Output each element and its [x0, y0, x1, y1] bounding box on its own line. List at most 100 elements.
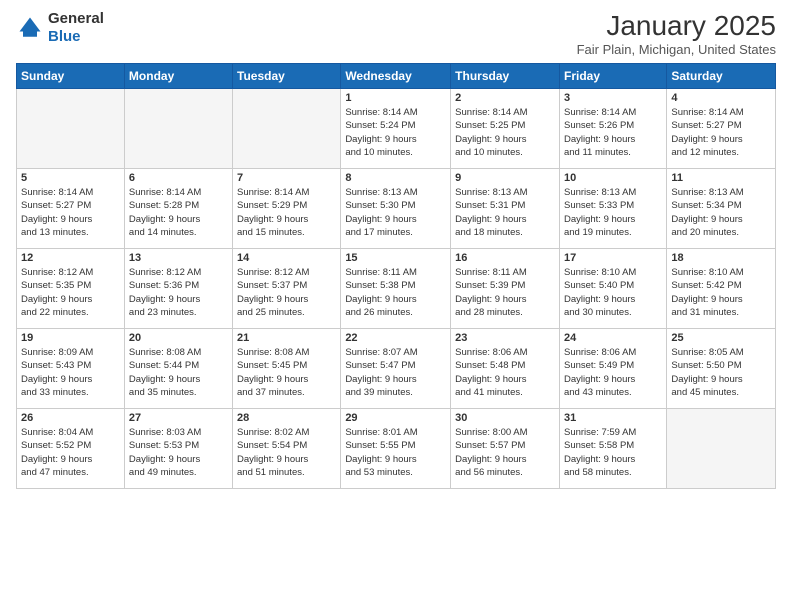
calendar-cell: 15 Sunrise: 8:11 AM Sunset: 5:38 PM Dayli…	[341, 249, 451, 329]
day-number: 3	[564, 92, 662, 104]
day-number: 23	[455, 332, 555, 344]
day-number: 20	[129, 332, 228, 344]
day-info: Sunrise: 8:09 AM Sunset: 5:43 PM Dayligh…	[21, 346, 120, 399]
calendar-cell: 7Sunrise: 8:14 AM Sunset: 5:29 PM Daylig…	[233, 169, 341, 249]
day-number: 22	[345, 332, 446, 344]
calendar-cell: 11 Sunrise: 8:13 AM Sunset: 5:34 PM Dayli…	[667, 169, 776, 249]
day-info: Sunrise: 8:12 AM Sunset: 5:37 PM Dayligh…	[237, 266, 336, 319]
calendar-cell	[233, 89, 341, 169]
col-wednesday: Wednesday	[341, 64, 451, 89]
calendar-cell: 31Sunrise: 7:59 AM Sunset: 5:58 PM Dayli…	[559, 409, 666, 489]
calendar-cell	[667, 409, 776, 489]
day-info: Sunrise: 8:01 AM Sunset: 5:55 PM Dayligh…	[345, 426, 446, 479]
calendar: Sunday Monday Tuesday Wednesday Thursday…	[16, 63, 776, 489]
day-info: Sunrise: 8:12 AM Sunset: 5:35 PM Dayligh…	[21, 266, 120, 319]
calendar-cell: 25 Sunrise: 8:05 AM Sunset: 5:50 PM Dayli…	[667, 329, 776, 409]
day-number: 28	[237, 412, 336, 424]
day-number: 26	[21, 412, 120, 424]
calendar-cell: 28Sunrise: 8:02 AM Sunset: 5:54 PM Dayli…	[233, 409, 341, 489]
calendar-week-3: 12 Sunrise: 8:12 AM Sunset: 5:35 PM Dayli…	[17, 249, 776, 329]
month-title: January 2025	[577, 10, 776, 42]
calendar-cell: 16Sunrise: 8:11 AM Sunset: 5:39 PM Dayli…	[451, 249, 560, 329]
calendar-cell: 27 Sunrise: 8:03 AM Sunset: 5:53 PM Dayli…	[124, 409, 232, 489]
calendar-cell: 3Sunrise: 8:14 AM Sunset: 5:26 PM Daylig…	[559, 89, 666, 169]
day-info: Sunrise: 8:13 AM Sunset: 5:30 PM Dayligh…	[345, 186, 446, 239]
col-monday: Monday	[124, 64, 232, 89]
header-row: Sunday Monday Tuesday Wednesday Thursday…	[17, 64, 776, 89]
calendar-week-2: 5Sunrise: 8:14 AM Sunset: 5:27 PM Daylig…	[17, 169, 776, 249]
calendar-cell	[124, 89, 232, 169]
day-number: 14	[237, 252, 336, 264]
logo-text: General Blue	[48, 10, 104, 46]
calendar-week-4: 19Sunrise: 8:09 AM Sunset: 5:43 PM Dayli…	[17, 329, 776, 409]
day-info: Sunrise: 8:12 AM Sunset: 5:36 PM Dayligh…	[129, 266, 228, 319]
day-info: Sunrise: 8:08 AM Sunset: 5:45 PM Dayligh…	[237, 346, 336, 399]
day-number: 1	[345, 92, 446, 104]
day-number: 25	[671, 332, 771, 344]
day-number: 30	[455, 412, 555, 424]
calendar-cell: 22 Sunrise: 8:07 AM Sunset: 5:47 PM Dayli…	[341, 329, 451, 409]
day-info: Sunrise: 8:14 AM Sunset: 5:27 PM Dayligh…	[671, 106, 771, 159]
col-sunday: Sunday	[17, 64, 125, 89]
calendar-cell: 30 Sunrise: 8:00 AM Sunset: 5:57 PM Dayli…	[451, 409, 560, 489]
day-number: 6	[129, 172, 228, 184]
day-info: Sunrise: 8:13 AM Sunset: 5:34 PM Dayligh…	[671, 186, 771, 239]
col-friday: Friday	[559, 64, 666, 89]
day-number: 29	[345, 412, 446, 424]
calendar-cell: 17 Sunrise: 8:10 AM Sunset: 5:40 PM Dayli…	[559, 249, 666, 329]
logo-icon	[16, 14, 44, 42]
day-number: 9	[455, 172, 555, 184]
col-saturday: Saturday	[667, 64, 776, 89]
day-info: Sunrise: 8:07 AM Sunset: 5:47 PM Dayligh…	[345, 346, 446, 399]
day-number: 21	[237, 332, 336, 344]
calendar-cell: 8 Sunrise: 8:13 AM Sunset: 5:30 PM Daylig…	[341, 169, 451, 249]
page: General Blue January 2025 Fair Plain, Mi…	[0, 0, 792, 612]
day-number: 4	[671, 92, 771, 104]
calendar-cell: 13 Sunrise: 8:12 AM Sunset: 5:36 PM Dayli…	[124, 249, 232, 329]
calendar-cell: 1 Sunrise: 8:14 AM Sunset: 5:24 PM Daylig…	[341, 89, 451, 169]
calendar-cell: 9 Sunrise: 8:13 AM Sunset: 5:31 PM Daylig…	[451, 169, 560, 249]
day-info: Sunrise: 7:59 AM Sunset: 5:58 PM Dayligh…	[564, 426, 662, 479]
calendar-cell: 4 Sunrise: 8:14 AM Sunset: 5:27 PM Daylig…	[667, 89, 776, 169]
day-info: Sunrise: 8:11 AM Sunset: 5:38 PM Dayligh…	[345, 266, 446, 319]
day-number: 24	[564, 332, 662, 344]
day-number: 17	[564, 252, 662, 264]
calendar-cell: 12 Sunrise: 8:12 AM Sunset: 5:35 PM Dayli…	[17, 249, 125, 329]
calendar-cell: 24Sunrise: 8:06 AM Sunset: 5:49 PM Dayli…	[559, 329, 666, 409]
calendar-cell	[17, 89, 125, 169]
calendar-cell: 23 Sunrise: 8:06 AM Sunset: 5:48 PM Dayli…	[451, 329, 560, 409]
calendar-cell: 6 Sunrise: 8:14 AM Sunset: 5:28 PM Daylig…	[124, 169, 232, 249]
calendar-week-1: 1 Sunrise: 8:14 AM Sunset: 5:24 PM Daylig…	[17, 89, 776, 169]
day-number: 10	[564, 172, 662, 184]
day-number: 15	[345, 252, 446, 264]
day-info: Sunrise: 8:05 AM Sunset: 5:50 PM Dayligh…	[671, 346, 771, 399]
day-info: Sunrise: 8:00 AM Sunset: 5:57 PM Dayligh…	[455, 426, 555, 479]
day-number: 27	[129, 412, 228, 424]
calendar-cell: 29 Sunrise: 8:01 AM Sunset: 5:55 PM Dayli…	[341, 409, 451, 489]
calendar-cell: 26 Sunrise: 8:04 AM Sunset: 5:52 PM Dayli…	[17, 409, 125, 489]
header: General Blue January 2025 Fair Plain, Mi…	[16, 10, 776, 57]
col-thursday: Thursday	[451, 64, 560, 89]
day-number: 7	[237, 172, 336, 184]
day-info: Sunrise: 8:11 AM Sunset: 5:39 PM Dayligh…	[455, 266, 555, 319]
day-number: 12	[21, 252, 120, 264]
day-info: Sunrise: 8:14 AM Sunset: 5:28 PM Dayligh…	[129, 186, 228, 239]
logo-blue: Blue	[48, 28, 81, 45]
day-info: Sunrise: 8:10 AM Sunset: 5:40 PM Dayligh…	[564, 266, 662, 319]
day-info: Sunrise: 8:14 AM Sunset: 5:25 PM Dayligh…	[455, 106, 555, 159]
day-number: 8	[345, 172, 446, 184]
day-info: Sunrise: 8:06 AM Sunset: 5:48 PM Dayligh…	[455, 346, 555, 399]
logo: General Blue	[16, 10, 104, 46]
title-block: January 2025 Fair Plain, Michigan, Unite…	[577, 10, 776, 57]
calendar-cell: 10 Sunrise: 8:13 AM Sunset: 5:33 PM Dayli…	[559, 169, 666, 249]
day-info: Sunrise: 8:13 AM Sunset: 5:31 PM Dayligh…	[455, 186, 555, 239]
day-info: Sunrise: 8:04 AM Sunset: 5:52 PM Dayligh…	[21, 426, 120, 479]
day-number: 13	[129, 252, 228, 264]
calendar-cell: 19Sunrise: 8:09 AM Sunset: 5:43 PM Dayli…	[17, 329, 125, 409]
day-info: Sunrise: 8:03 AM Sunset: 5:53 PM Dayligh…	[129, 426, 228, 479]
day-number: 11	[671, 172, 771, 184]
day-info: Sunrise: 8:14 AM Sunset: 5:24 PM Dayligh…	[345, 106, 446, 159]
day-number: 5	[21, 172, 120, 184]
calendar-cell: 21 Sunrise: 8:08 AM Sunset: 5:45 PM Dayli…	[233, 329, 341, 409]
day-info: Sunrise: 8:13 AM Sunset: 5:33 PM Dayligh…	[564, 186, 662, 239]
